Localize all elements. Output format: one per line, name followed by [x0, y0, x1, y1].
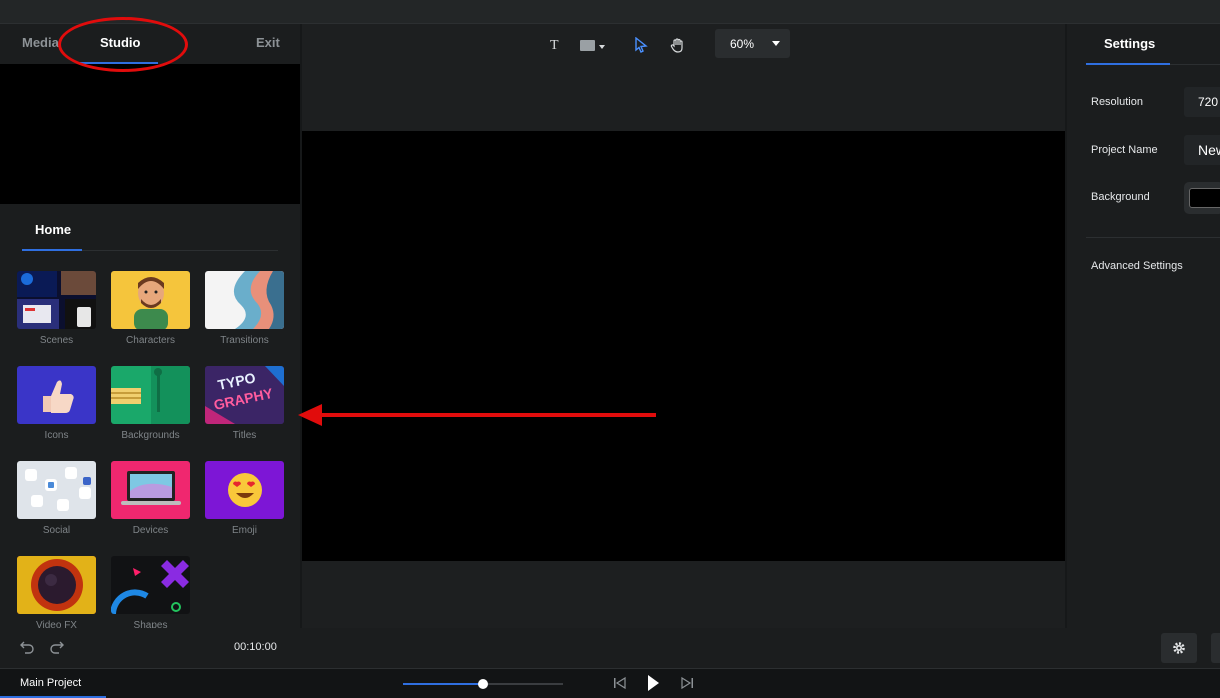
- tab-media[interactable]: Media: [22, 24, 59, 64]
- annotation-circle: [58, 17, 188, 72]
- characters-thumbnail: [111, 271, 190, 329]
- shapes-thumbnail: [111, 556, 190, 614]
- background-label: Background: [1091, 191, 1150, 203]
- library-item-social[interactable]: Social: [17, 461, 97, 536]
- annotation-arrow: [298, 404, 656, 426]
- library-item-titles[interactable]: TYPO GRAPHY Titles: [205, 366, 285, 441]
- home-tab-indicator: [22, 249, 82, 251]
- library-item-icons[interactable]: Icons: [17, 366, 97, 441]
- library-item-transitions[interactable]: Transitions: [205, 271, 285, 346]
- tab-home[interactable]: Home: [35, 222, 71, 237]
- settings-section-divider: [1086, 237, 1220, 238]
- video-fx-thumbnail: [17, 556, 96, 614]
- project-name-input[interactable]: New: [1184, 135, 1220, 165]
- scrubber-fill: [403, 683, 483, 685]
- library-item-shapes[interactable]: Shapes: [111, 556, 191, 628]
- timeline-extra-button[interactable]: [1211, 633, 1220, 663]
- library-item-video-fx[interactable]: Video FX: [17, 556, 97, 628]
- resolution-label: Resolution: [1091, 96, 1143, 108]
- redo-icon[interactable]: [49, 639, 65, 660]
- timeline-duration: 00:10:00: [234, 641, 277, 653]
- library-item-emoji[interactable]: Emoji: [205, 461, 285, 536]
- background-color-picker[interactable]: [1184, 182, 1220, 214]
- select-cursor-icon[interactable]: [634, 36, 648, 56]
- devices-thumbnail: [111, 461, 190, 519]
- video-canvas[interactable]: [302, 131, 1065, 561]
- hand-pan-icon[interactable]: [670, 37, 686, 56]
- chevron-down-icon: [772, 41, 780, 46]
- resolution-select[interactable]: 720: [1184, 87, 1220, 117]
- timeline-toolbar: 00:10:00: [0, 628, 1220, 668]
- library-grid: Scenes Characters Transitions Icons Back…: [17, 271, 287, 628]
- library-item-label: Icons: [44, 430, 69, 441]
- library-item-label: Characters: [126, 335, 175, 346]
- library-item-label: Shapes: [133, 620, 168, 628]
- scrubber-handle[interactable]: [478, 679, 488, 689]
- scenes-thumbnail: [17, 271, 96, 329]
- zoom-dropdown[interactable]: 60%: [715, 29, 790, 58]
- timeline-settings-button[interactable]: [1161, 633, 1197, 663]
- icons-thumbnail: [17, 366, 96, 424]
- social-thumbnail: [17, 461, 96, 519]
- library-item-label: Emoji: [231, 525, 257, 536]
- gear-icon: [1173, 642, 1185, 654]
- tab-settings[interactable]: Settings: [1104, 36, 1155, 51]
- window-top-bar: [0, 0, 1220, 24]
- text-tool-icon[interactable]: T: [550, 38, 559, 54]
- left-panel: Media Studio Exit Home Scenes Characters…: [0, 24, 300, 628]
- library-item-label: Social: [42, 525, 71, 536]
- library-item-devices[interactable]: Devices: [111, 461, 191, 536]
- background-color-swatch: [1189, 188, 1220, 208]
- library-item-label: Titles: [232, 430, 257, 441]
- video-editor-app: Media Studio Exit Home Scenes Characters…: [0, 0, 1220, 698]
- library-item-characters[interactable]: Characters: [111, 271, 191, 346]
- transitions-thumbnail: [205, 271, 284, 329]
- project-name-label: Project Name: [1091, 144, 1158, 156]
- skip-forward-icon[interactable]: [679, 676, 695, 695]
- play-icon[interactable]: [646, 674, 660, 697]
- canvas-bottom-area: [302, 561, 1065, 628]
- exit-button[interactable]: Exit: [256, 24, 280, 64]
- emoji-thumbnail: [205, 461, 284, 519]
- media-preview: [0, 64, 300, 204]
- rectangle-tool-icon[interactable]: [579, 39, 607, 56]
- library-item-label: Scenes: [39, 335, 74, 346]
- library-item-scenes[interactable]: Scenes: [17, 271, 97, 346]
- library-item-label: Backgrounds: [121, 430, 180, 441]
- library-item-label: Transitions: [220, 335, 269, 346]
- backgrounds-thumbnail: [111, 366, 190, 424]
- library-item-label: Video FX: [36, 620, 77, 628]
- library-item-backgrounds[interactable]: Backgrounds: [111, 366, 191, 441]
- project-footer: Main Project: [0, 668, 1220, 698]
- undo-icon[interactable]: [19, 639, 35, 660]
- titles-thumbnail: TYPO GRAPHY: [205, 366, 284, 424]
- advanced-settings-toggle[interactable]: Advanced Settings: [1091, 260, 1183, 272]
- skip-back-icon[interactable]: [612, 676, 628, 695]
- tab-main-project[interactable]: Main Project: [20, 677, 81, 689]
- library-item-label: Devices: [132, 525, 169, 536]
- zoom-value: 60%: [730, 37, 755, 51]
- settings-tab-indicator: [1086, 63, 1170, 65]
- settings-panel: Settings Resolution 720 Project Name New…: [1067, 24, 1220, 628]
